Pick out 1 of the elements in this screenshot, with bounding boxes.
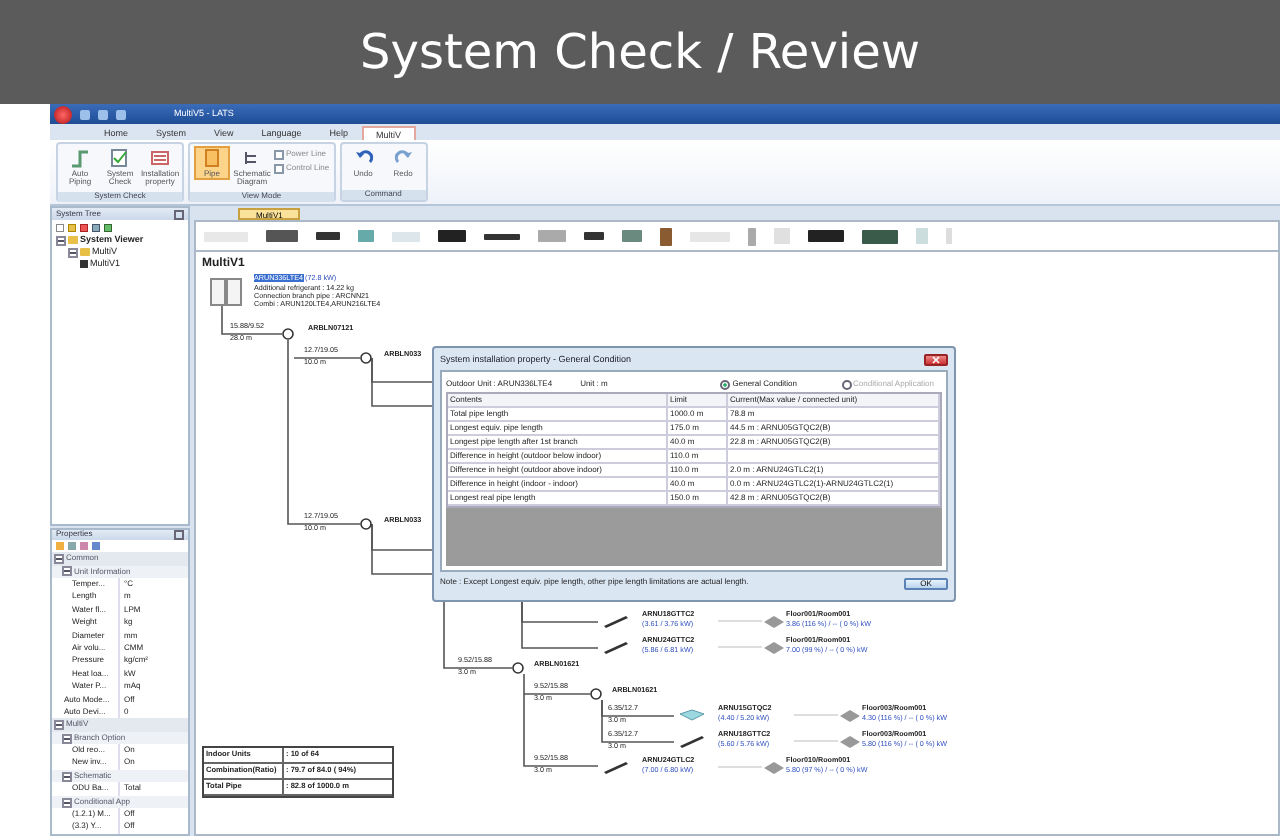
slide-title: System Check / Review <box>360 24 920 80</box>
